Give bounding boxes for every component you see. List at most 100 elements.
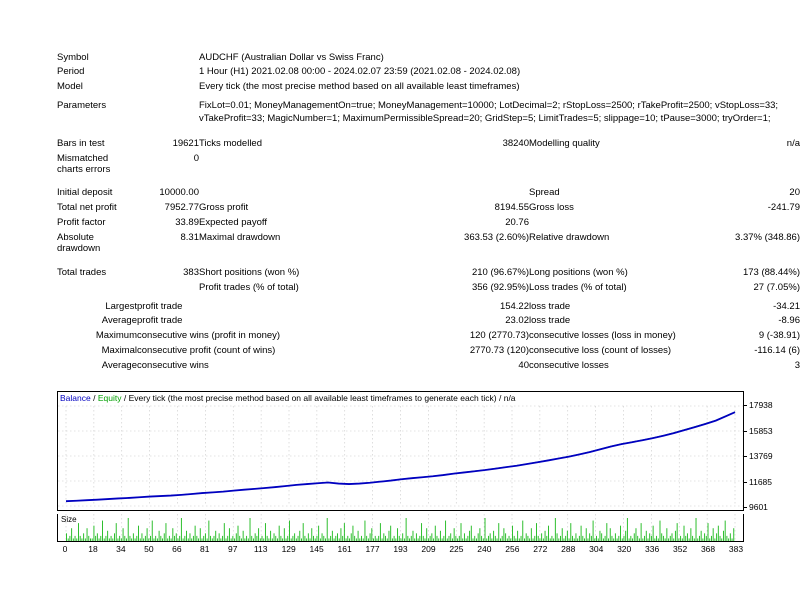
volume-bar (234, 538, 236, 541)
y-axis-tick: 11685 (743, 476, 773, 487)
volume-bar (321, 533, 323, 541)
volume-bar (465, 538, 467, 541)
volume-bar (338, 538, 340, 541)
volume-bar (481, 535, 483, 541)
x-axis-tick: 240 (477, 544, 492, 554)
volume-bar (669, 535, 671, 541)
volume-bar (441, 538, 443, 541)
legend-equity-label: Equity (97, 393, 122, 403)
gap-row-2 (57, 127, 800, 136)
volume-bar (446, 538, 448, 541)
volume-bar (443, 535, 445, 541)
volume-bar (429, 535, 431, 541)
y-axis-tick: 13769 (744, 451, 773, 461)
initial-deposit-label: Initial deposit (57, 187, 113, 199)
volume-bar (647, 538, 649, 541)
volume-bar (649, 533, 651, 541)
volume-bar (285, 538, 287, 541)
y-axis-tick: 17938 (744, 400, 773, 410)
table-row-largest: Largest profit trade 154.22 loss trade -… (57, 299, 800, 314)
volume-bar (112, 538, 114, 541)
volume-bar (594, 538, 596, 541)
volume-bar (724, 520, 726, 541)
volume-bar (134, 538, 136, 541)
volume-bar (469, 530, 471, 541)
volume-bar (216, 538, 218, 541)
volume-bar (102, 520, 103, 541)
volume-bar (434, 525, 436, 541)
volume-bar (186, 530, 188, 541)
volume-bar (397, 528, 399, 541)
gross-profit-value: 8194.55 (494, 202, 529, 214)
short-positions-value: 210 (96.67%) (471, 266, 529, 278)
volume-bar (273, 533, 275, 541)
period-label: Period (57, 66, 85, 78)
x-axis-tick: 320 (617, 544, 632, 554)
volume-bar (664, 538, 666, 541)
gross-loss-label: Gross loss (529, 202, 574, 214)
table-row-symbol: Symbol AUDCHF (Australian Dollar vs Swis… (57, 50, 800, 65)
volume-bar (656, 535, 658, 541)
bars-in-test-label: Bars in test (57, 137, 105, 149)
volume-bar (632, 538, 634, 541)
total-net-profit-label: Total net profit (57, 202, 117, 214)
volume-bar (103, 538, 105, 541)
loss-trades-label: Loss trades (% of total) (529, 281, 627, 293)
volume-bar (343, 523, 345, 541)
volume-bar (712, 528, 714, 541)
volume-bar (155, 535, 157, 541)
volume-bar (369, 533, 371, 541)
volume-bar (283, 528, 285, 541)
volume-bar (556, 533, 558, 541)
volume-bar (546, 535, 548, 541)
table-row-total-trades: Total trades 383 Short positions (won %)… (57, 265, 800, 280)
volume-bar (693, 538, 695, 541)
volume-bar (439, 530, 441, 541)
parameters-line-1: FixLot=0.01; MoneyManagementOn=true; Mon… (199, 100, 779, 112)
volume-bar (659, 520, 661, 541)
volume-bar (666, 528, 668, 541)
profit-factor-label: Profit factor (57, 217, 106, 229)
expected-payoff-label: Expected payoff (199, 217, 267, 229)
volume-bar (431, 533, 433, 541)
maximal-left-label: consecutive profit (count of wins) (137, 345, 276, 357)
volume-bar (518, 538, 520, 541)
volume-bar (287, 535, 289, 541)
volume-bar (177, 538, 179, 541)
volume-bar (156, 538, 158, 541)
volume-bar (662, 535, 664, 541)
volume-bar (313, 535, 314, 541)
volume-bar (84, 538, 86, 541)
volume-bar (508, 535, 510, 541)
volume-bar (174, 535, 176, 541)
volume-bar (560, 535, 561, 541)
volume-bar (252, 538, 254, 541)
volume-bar (573, 538, 575, 541)
volume-bar (414, 538, 416, 541)
largest-left-label: profit trade (137, 300, 183, 312)
volume-bar (494, 535, 496, 541)
volume-bar (479, 528, 481, 541)
volume-bar (427, 538, 429, 541)
volume-bar (263, 538, 265, 541)
volume-bar (127, 518, 129, 541)
largest-right-value: -34.21 (773, 300, 800, 312)
volume-bar (515, 538, 517, 541)
x-axis-tick: 145 (309, 544, 324, 554)
y-axis-tick: 15853 (744, 425, 773, 436)
volume-bar (191, 538, 193, 541)
volume-bar (702, 538, 704, 541)
volume-bar (539, 538, 541, 541)
volume-bar (364, 520, 366, 541)
volume-bar (541, 533, 543, 541)
volume-bar (388, 530, 390, 541)
volume-bar (674, 530, 676, 541)
volume-bar (597, 538, 599, 541)
volume-bar (311, 528, 313, 541)
volume-bar (196, 535, 198, 541)
volume-bar (192, 535, 194, 541)
volume-bar (412, 530, 414, 541)
legend-separator-2: / (123, 393, 127, 403)
volume-bar (731, 538, 733, 541)
table-row-model: Model Every tick (the most precise metho… (57, 80, 800, 95)
